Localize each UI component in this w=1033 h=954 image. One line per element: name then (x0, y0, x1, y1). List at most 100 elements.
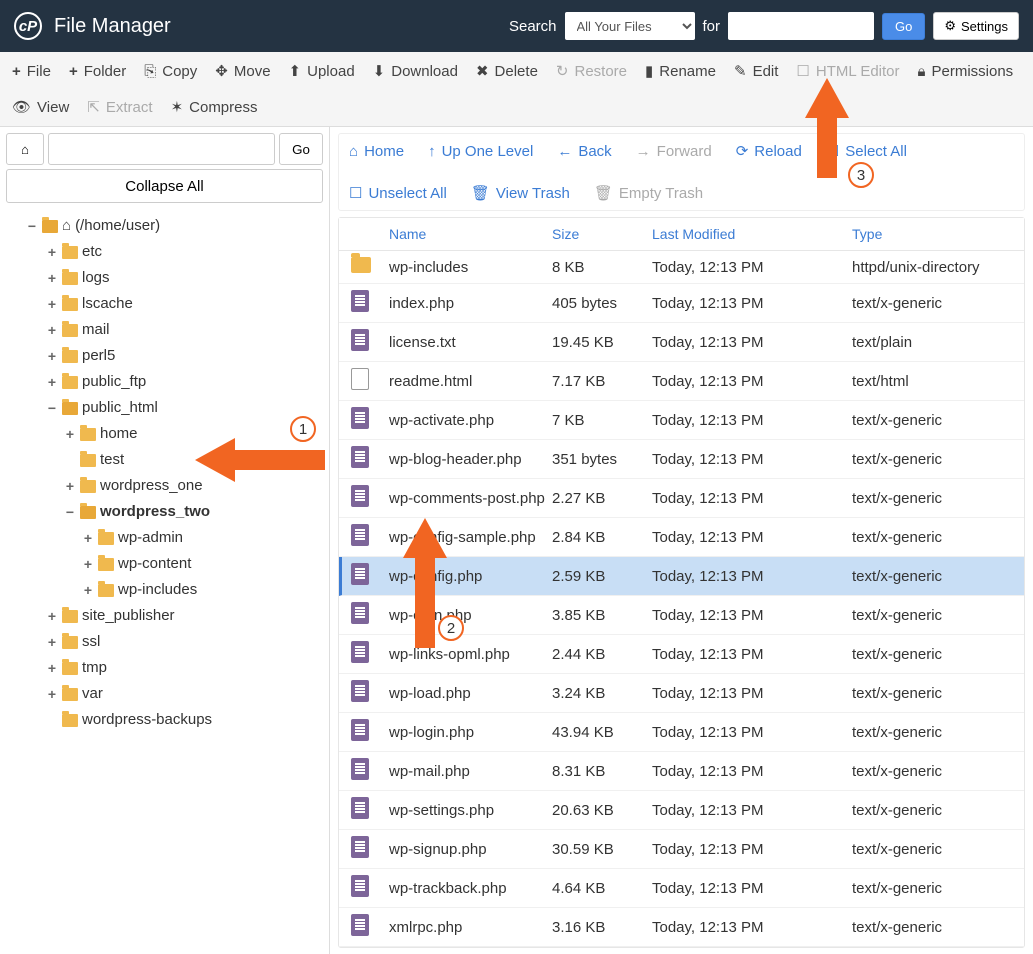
tree-item-lscache[interactable]: +lscache (6, 291, 323, 317)
tree-item-site-publisher[interactable]: +site_publisher (6, 603, 323, 629)
tree-item-public-html[interactable]: −public_html (6, 395, 323, 421)
folder-icon (62, 350, 78, 363)
copy-button[interactable]: ⎘Copy (144, 62, 197, 80)
file-size: 7.17 KB (552, 373, 652, 390)
tree-item-wordpress-one[interactable]: +wordpress_one (6, 473, 323, 499)
expand-icon[interactable]: + (46, 605, 58, 627)
tree-item-mail[interactable]: +mail (6, 317, 323, 343)
expand-icon[interactable]: + (46, 345, 58, 367)
view-trash-button[interactable]: 🗑︎View Trash (471, 184, 570, 202)
tree-item-wordpress-backups[interactable]: wordpress-backups (6, 707, 323, 733)
collapse-icon[interactable]: − (64, 501, 76, 523)
table-row[interactable]: readme.html7.17 KBToday, 12:13 PMtext/ht… (339, 362, 1024, 401)
collapse-icon[interactable]: − (46, 397, 58, 419)
col-name[interactable]: Name (389, 226, 552, 242)
tree-root[interactable]: −⌂(/home/user) (6, 213, 323, 239)
table-row[interactable]: wp-settings.php20.63 KBToday, 12:13 PMte… (339, 791, 1024, 830)
table-row[interactable]: wp-activate.php7 KBToday, 12:13 PMtext/x… (339, 401, 1024, 440)
file-name: wp-includes (389, 259, 552, 276)
table-row[interactable]: wp-links-opml.php2.44 KBToday, 12:13 PMt… (339, 635, 1024, 674)
tree-item-etc[interactable]: +etc (6, 239, 323, 265)
tree-item-wp-admin[interactable]: +wp-admin (6, 525, 323, 551)
table-row[interactable]: wp-config-sample.php2.84 KBToday, 12:13 … (339, 518, 1024, 557)
expand-icon[interactable]: + (82, 527, 94, 549)
path-input[interactable] (48, 133, 275, 165)
expand-icon[interactable]: + (46, 319, 58, 341)
expand-icon[interactable]: + (46, 267, 58, 289)
folder-icon (42, 220, 58, 233)
path-go-button[interactable]: Go (279, 133, 323, 165)
tree-item-var[interactable]: +var (6, 681, 323, 707)
file-icon (351, 836, 369, 858)
table-row[interactable]: wp-includes8 KBToday, 12:13 PMhttpd/unix… (339, 251, 1024, 284)
upload-button[interactable]: ⬆Upload (289, 62, 355, 80)
home-button[interactable]: ⌂Home (349, 142, 404, 160)
folder-icon (62, 636, 78, 649)
table-row[interactable]: index.php405 bytesToday, 12:13 PMtext/x-… (339, 284, 1024, 323)
table-row[interactable]: wp-config.php2.59 KBToday, 12:13 PMtext/… (339, 557, 1024, 596)
unselect-all-button[interactable]: ☐Unselect All (349, 184, 447, 202)
file-type: httpd/unix-directory (852, 259, 1012, 276)
expand-icon[interactable]: + (64, 475, 76, 497)
permissions-button[interactable]: 🔒︎Permissions (918, 62, 1014, 80)
search-go-button[interactable]: Go (882, 13, 925, 40)
table-row[interactable]: wp-signup.php30.59 KBToday, 12:13 PMtext… (339, 830, 1024, 869)
move-button[interactable]: ✥Move (215, 62, 270, 80)
col-type[interactable]: Type (852, 226, 1012, 242)
table-row[interactable]: license.txt19.45 KBToday, 12:13 PMtext/p… (339, 323, 1024, 362)
up-one-level-button[interactable]: ↑Up One Level (428, 142, 533, 160)
table-row[interactable]: wp-login.php43.94 KBToday, 12:13 PMtext/… (339, 713, 1024, 752)
tree-item-logs[interactable]: +logs (6, 265, 323, 291)
back-button[interactable]: ←Back (557, 142, 611, 160)
tree-item-public-ftp[interactable]: +public_ftp (6, 369, 323, 395)
expand-icon[interactable]: + (46, 657, 58, 679)
table-row[interactable]: wp-load.php3.24 KBToday, 12:13 PMtext/x-… (339, 674, 1024, 713)
table-row[interactable]: wp-blog-header.php351 bytesToday, 12:13 … (339, 440, 1024, 479)
expand-icon[interactable]: + (46, 683, 58, 705)
uncheck-icon: ☐ (349, 184, 362, 202)
up-arrow-icon: ↑ (428, 143, 436, 160)
tree-item-perl5[interactable]: +perl5 (6, 343, 323, 369)
compress-button[interactable]: ✶Compress (171, 98, 258, 116)
search-scope-select[interactable]: All Your Files (565, 12, 695, 40)
col-modified[interactable]: Last Modified (652, 226, 852, 242)
reload-button[interactable]: ⟳Reload (736, 142, 802, 160)
search-input[interactable] (728, 12, 874, 40)
trash-icon: 🗑︎ (471, 184, 490, 202)
col-size[interactable]: Size (552, 226, 652, 242)
tree-item-wordpress-two[interactable]: −wordpress_two (6, 499, 323, 525)
tree-item-test[interactable]: test (6, 447, 323, 473)
collapse-icon[interactable]: − (26, 215, 38, 237)
expand-icon[interactable]: + (82, 579, 94, 601)
file-size: 8.31 KB (552, 763, 652, 780)
delete-button[interactable]: ✖Delete (476, 62, 538, 80)
collapse-all-button[interactable]: Collapse All (6, 169, 323, 203)
rename-button[interactable]: ▮Rename (645, 62, 716, 80)
tree-item-home[interactable]: +home (6, 421, 323, 447)
file-name: wp-settings.php (389, 802, 552, 819)
expand-icon[interactable]: + (46, 371, 58, 393)
tree-item-wp-content[interactable]: +wp-content (6, 551, 323, 577)
folder-button[interactable]: +Folder (69, 62, 126, 80)
expand-icon[interactable]: + (46, 293, 58, 315)
edit-button[interactable]: ✎Edit (734, 62, 778, 80)
view-button[interactable]: 👁︎View (12, 98, 69, 116)
table-row[interactable]: xmlrpc.php3.16 KBToday, 12:13 PMtext/x-g… (339, 908, 1024, 947)
download-button[interactable]: ⬇Download (373, 62, 458, 80)
file-name: wp-trackback.php (389, 880, 552, 897)
tree-item-tmp[interactable]: +tmp (6, 655, 323, 681)
tree-item-ssl[interactable]: +ssl (6, 629, 323, 655)
home-icon: ⌂ (349, 143, 358, 160)
expand-icon[interactable]: + (46, 631, 58, 653)
table-row[interactable]: wp-mail.php8.31 KBToday, 12:13 PMtext/x-… (339, 752, 1024, 791)
expand-icon[interactable]: + (82, 553, 94, 575)
settings-button[interactable]: Settings (933, 12, 1019, 40)
expand-icon[interactable]: + (64, 423, 76, 445)
expand-icon[interactable]: + (46, 241, 58, 263)
select-all-button[interactable]: ☑Select All (826, 142, 907, 160)
table-row[interactable]: wp-trackback.php4.64 KBToday, 12:13 PMte… (339, 869, 1024, 908)
sidebar-home-button[interactable]: ⌂ (6, 133, 44, 165)
tree-item-wp-includes[interactable]: +wp-includes (6, 577, 323, 603)
table-row[interactable]: wp-comments-post.php2.27 KBToday, 12:13 … (339, 479, 1024, 518)
file-button[interactable]: +File (12, 62, 51, 80)
